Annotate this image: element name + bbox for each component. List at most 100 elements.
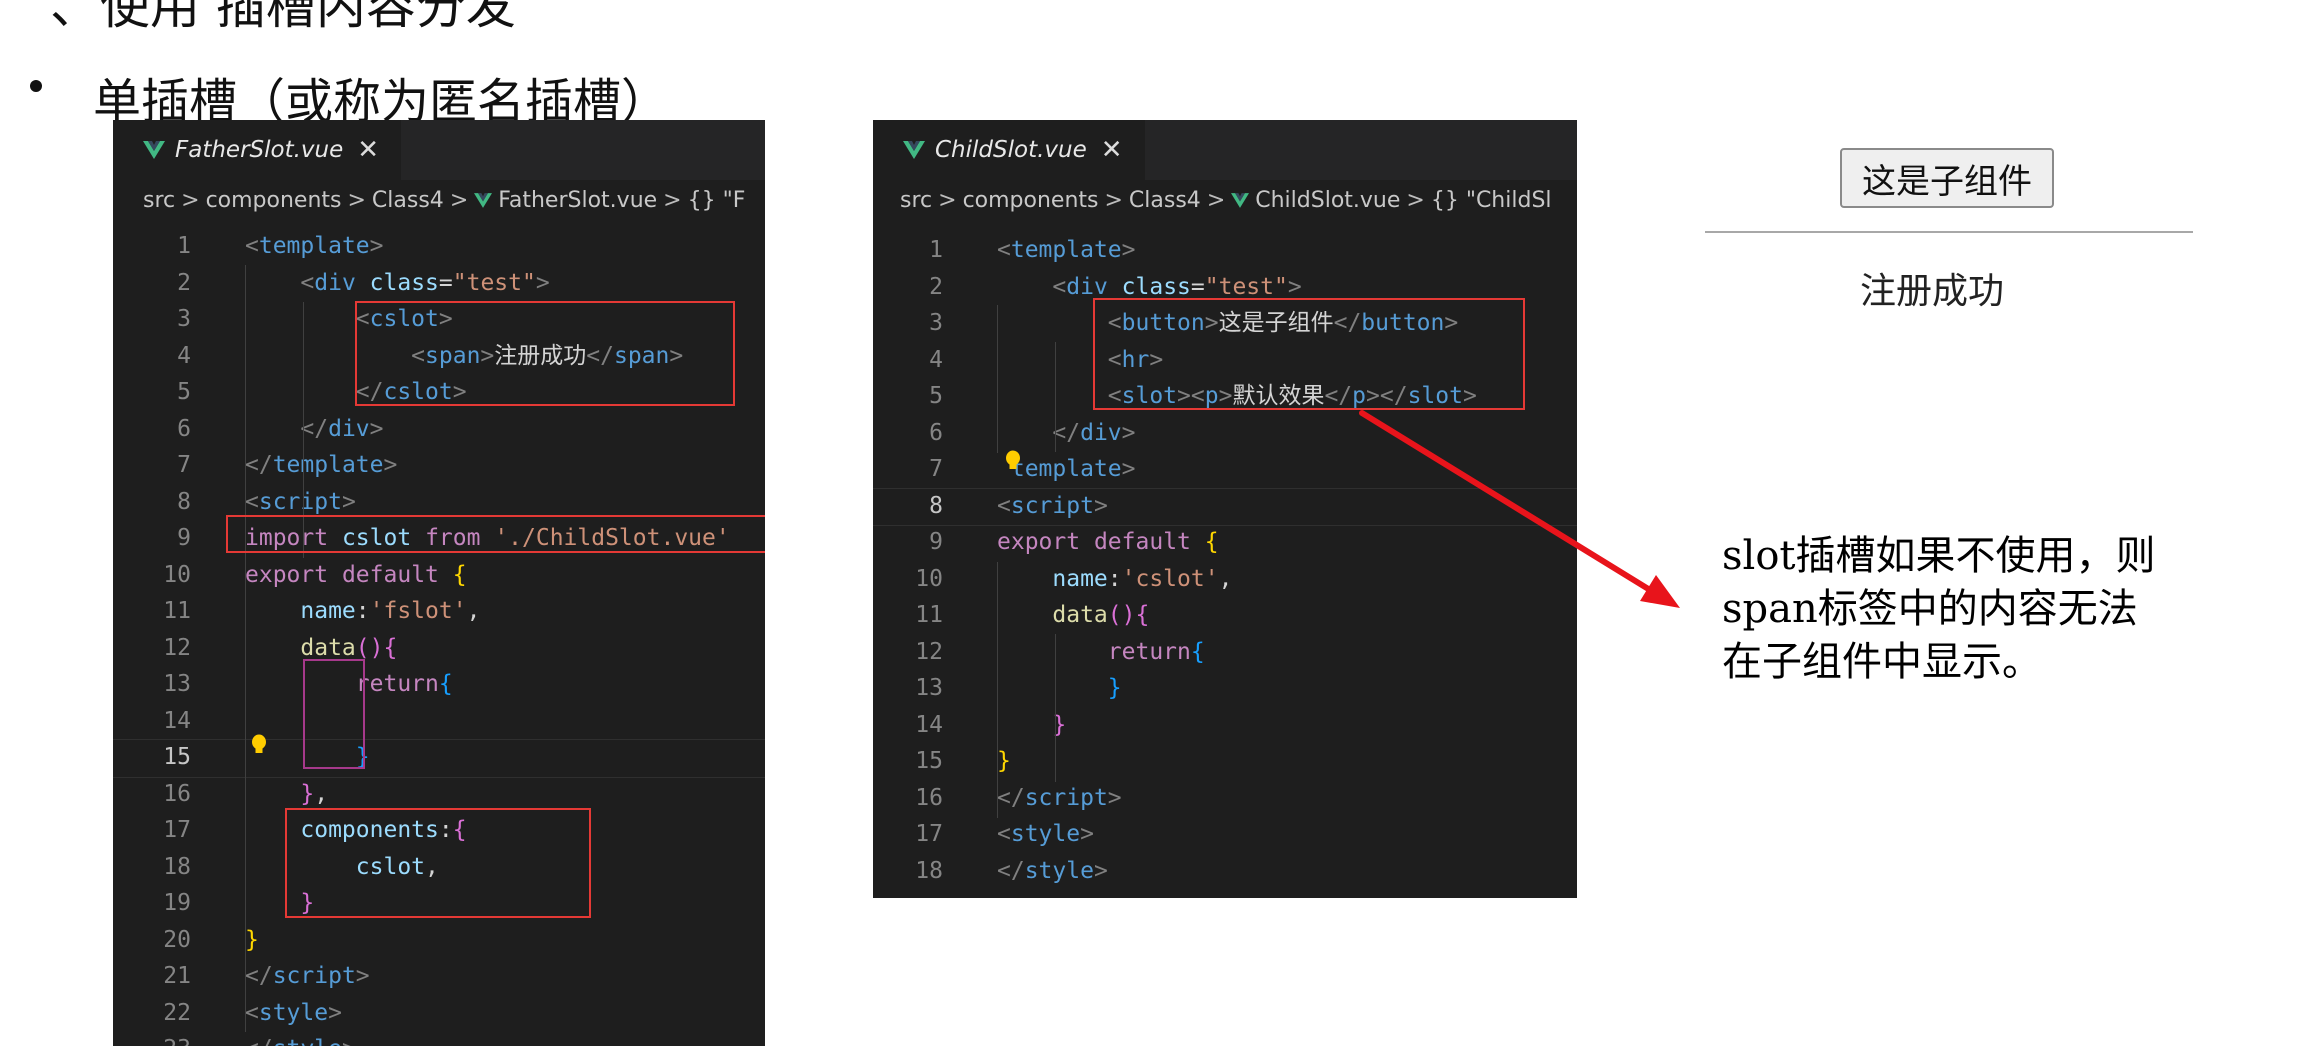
tab-fatherslot[interactable]: FatherSlot.vue ✕ (113, 120, 402, 180)
line-number: 17 (163, 817, 191, 843)
code-token: > (1121, 419, 1136, 446)
code-token: < (300, 269, 315, 296)
code-line[interactable]: 15} (873, 743, 1577, 780)
breadcrumb-item[interactable]: ChildSlot.vue (1255, 188, 1400, 213)
line-number: 6 (177, 415, 191, 442)
indent-guide (1055, 342, 1056, 452)
annotation-line: span标签中的内容无法 (1722, 586, 2138, 632)
breadcrumb-item[interactable]: components (963, 188, 1099, 213)
code-token: div (1080, 419, 1122, 446)
code-token: style (258, 999, 329, 1026)
code-line[interactable]: 12 data(){ (113, 630, 765, 667)
vue-file-icon (1231, 193, 1250, 208)
code-token: } (245, 926, 259, 953)
code-token: < (245, 233, 259, 259)
annotation-line: slot插槽如果不使用，则 (1722, 533, 2156, 579)
child-component-button[interactable]: 这是子组件 (1840, 148, 2054, 208)
code-line[interactable]: 23 </style> (113, 1031, 765, 1046)
tab-bar: ChildSlot.vue ✕ (873, 120, 1577, 180)
code-token: : (355, 598, 370, 624)
code-token: template (272, 452, 384, 478)
code-text: <script> (997, 488, 1108, 525)
code-line[interactable]: 12 return{ (873, 634, 1577, 671)
code-line[interactable]: 13 } (873, 670, 1577, 707)
code-line[interactable]: 15 } (113, 739, 765, 778)
code-line[interactable]: 7 </template> (113, 447, 765, 484)
code-line[interactable]: 8 <script> (873, 487, 1577, 526)
tab-childslot[interactable]: ChildSlot.vue ✕ (873, 120, 1145, 180)
lightbulb-icon[interactable] (1005, 450, 1021, 472)
code-token: () (1107, 602, 1136, 628)
breadcrumb-item[interactable]: components (206, 188, 342, 213)
breadcrumb-item[interactable]: {} "F (688, 188, 746, 213)
close-icon[interactable]: ✕ (357, 135, 379, 165)
code-token: template (1010, 456, 1122, 482)
breadcrumb-item[interactable]: Class4 (372, 188, 444, 213)
code-line[interactable]: 1 <template> (873, 232, 1577, 269)
code-token: class (1121, 273, 1191, 300)
code-token: > (1287, 273, 1302, 300)
code-line[interactable]: 1 <template> (113, 228, 765, 265)
code-line[interactable]: 16 }, (113, 776, 765, 813)
code-line[interactable]: 9 export default { (873, 524, 1577, 561)
code-line[interactable]: 17 <style> (873, 816, 1577, 853)
line-number: 8 (177, 488, 191, 515)
code-token: default (1093, 529, 1191, 555)
code-line[interactable]: 2 <div class="test"> (113, 265, 765, 302)
code-line[interactable]: 11 data(){ (873, 597, 1577, 634)
line-number: 23 (113, 1031, 191, 1046)
lightbulb-icon[interactable] (251, 734, 267, 756)
code-line[interactable]: 13 return{ (113, 666, 765, 703)
code-line[interactable]: 10 export default { (113, 557, 765, 594)
breadcrumb-item[interactable]: Class4 (1129, 188, 1201, 213)
bullet-icon (30, 80, 42, 92)
breadcrumb-item[interactable]: FatherSlot.vue (498, 188, 657, 213)
tab-bar: FatherSlot.vue ✕ (113, 120, 765, 180)
code-line[interactable]: 11 name:'fslot', (113, 593, 765, 630)
line-number: 10 (163, 561, 191, 588)
code-line[interactable]: 14 (113, 703, 765, 740)
code-line[interactable]: 22 <style> (113, 995, 765, 1032)
code-text: } (997, 670, 1122, 707)
code-text: name:'fslot', (245, 593, 480, 630)
line-number: 11 (163, 598, 191, 624)
code-token: < (997, 492, 1011, 519)
close-icon[interactable]: ✕ (1101, 135, 1123, 165)
line-number: 16 (915, 784, 943, 811)
code-token: style (1010, 821, 1081, 847)
breadcrumb-item[interactable]: src (900, 188, 932, 213)
tab-title: FatherSlot.vue (175, 137, 344, 163)
code-token: { (438, 671, 453, 697)
breadcrumb-item[interactable]: src (143, 188, 175, 213)
code-line[interactable]: 18 </style> (873, 853, 1577, 890)
code-line[interactable]: 16 </script> (873, 780, 1577, 817)
line-number: 18 (915, 857, 943, 884)
annotation-line: 在子组件中显示。 (1722, 639, 2042, 685)
code-line[interactable]: 10 name:'cslot', (873, 561, 1577, 598)
line-number: 12 (163, 634, 191, 661)
code-line[interactable]: 6 </div> (873, 415, 1577, 452)
highlight-box-return (303, 659, 365, 769)
code-line[interactable]: 6 </div> (113, 411, 765, 448)
code-token: { (1190, 638, 1205, 665)
vue-file-icon (903, 141, 925, 159)
line-number: 3 (177, 306, 191, 332)
code-line[interactable]: 14 } (873, 707, 1577, 744)
code-token: </ (245, 963, 273, 989)
code-text: <style> (245, 995, 342, 1032)
code-line[interactable]: 7 template> (873, 451, 1577, 488)
code-token: name (300, 598, 356, 624)
code-token: "test" (452, 269, 536, 296)
code-line[interactable]: 21 </script> (113, 958, 765, 995)
code-token: div (328, 415, 370, 442)
code-token: > (1107, 784, 1122, 811)
code-token: { (383, 634, 398, 661)
line-number: 4 (177, 342, 191, 369)
breadcrumb-item[interactable]: {} "ChildSl (1431, 188, 1552, 213)
code-line[interactable]: 20} (113, 922, 765, 959)
